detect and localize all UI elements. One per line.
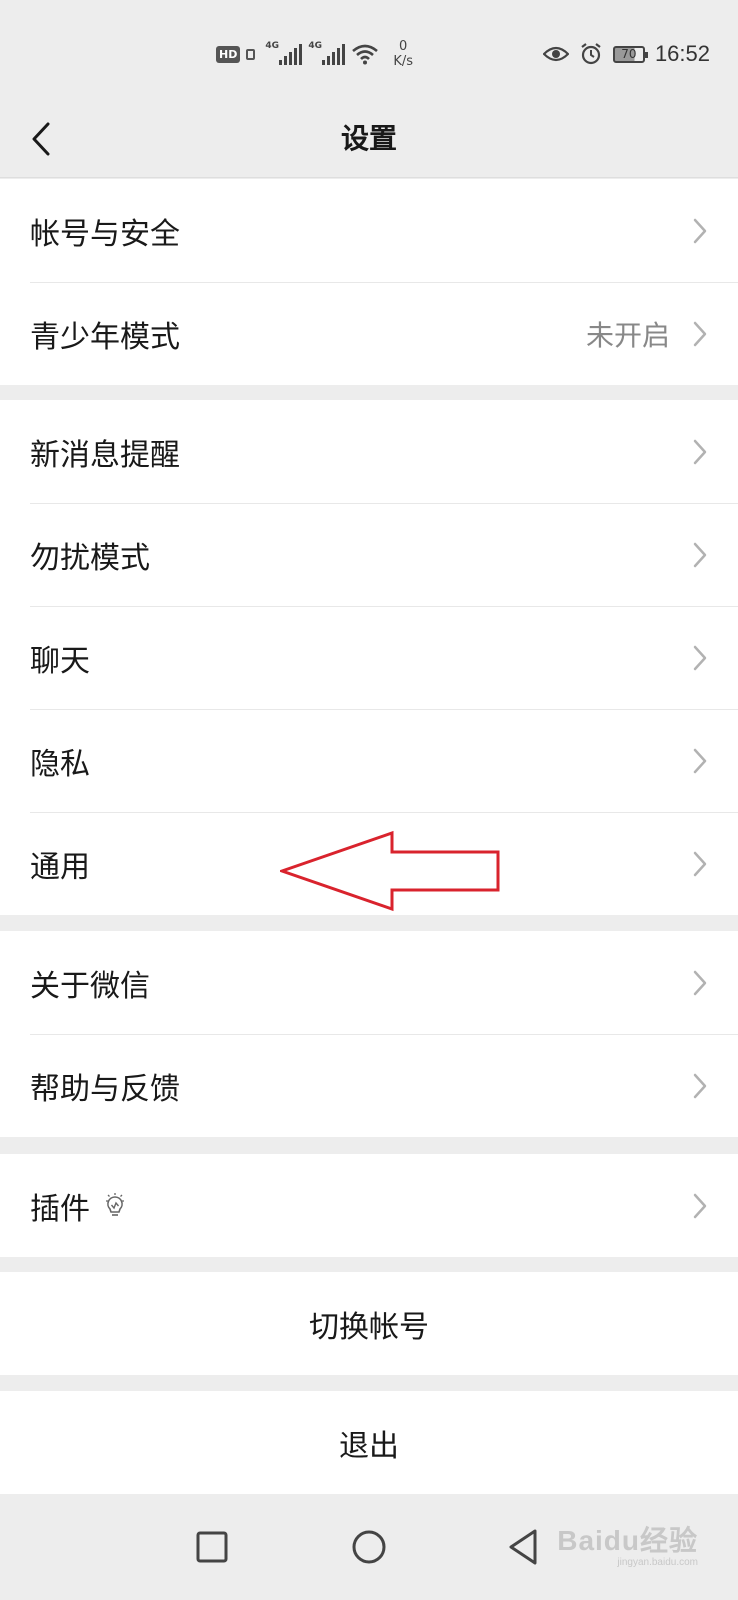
settings-item-label: 帐号与安全	[30, 216, 180, 252]
chevron-right-icon	[693, 321, 707, 347]
hd-badge: HD	[216, 45, 241, 63]
switch-account-label: 切换帐号	[309, 1309, 429, 1345]
signal-1-icon: 4G	[265, 41, 303, 65]
settings-item-do-not-disturb[interactable]: 勿扰模式	[0, 503, 738, 606]
settings-item-privacy[interactable]: 隐私	[0, 709, 738, 812]
status-bar-left: HD 4G 4G 0 K/s	[216, 36, 413, 72]
chevron-right-icon	[693, 1073, 707, 1099]
settings-group-plugins: 插件	[0, 1154, 738, 1257]
settings-item-chat[interactable]: 聊天	[0, 606, 738, 709]
wifi-icon	[352, 44, 379, 65]
settings-item-label: 新消息提醒	[30, 437, 180, 473]
eye-comfort-icon	[542, 46, 569, 62]
settings-item-label: 插件	[30, 1191, 90, 1227]
chevron-right-icon	[693, 439, 707, 465]
net-speed-unit: K/s	[393, 54, 414, 69]
chevron-right-icon	[693, 218, 707, 244]
logout-group: 退出	[0, 1391, 738, 1494]
status-bar-right: 70 16:52	[542, 38, 710, 70]
switch-account-button[interactable]: 切换帐号	[0, 1272, 738, 1375]
settings-item-label: 聊天	[30, 643, 90, 679]
settings-group-account: 帐号与安全 青少年模式 未开启	[0, 179, 738, 385]
settings-item-plugins[interactable]: 插件	[0, 1154, 738, 1257]
net-speed-value: 0	[399, 39, 408, 54]
settings-item-label: 青少年模式	[30, 319, 180, 355]
system-navigation-bar: Baidu经验 jingyan.baidu.com	[0, 1495, 738, 1600]
baidu-watermark: Baidu经验 jingyan.baidu.com	[557, 1519, 698, 1568]
teen-mode-status: 未开启	[585, 318, 670, 352]
watermark-url: jingyan.baidu.com	[617, 1557, 698, 1568]
settings-group-about: 关于微信 帮助与反馈	[0, 931, 738, 1137]
logout-button[interactable]: 退出	[0, 1391, 738, 1494]
home-button[interactable]	[347, 1525, 391, 1569]
settings-item-help-feedback[interactable]: 帮助与反馈	[0, 1034, 738, 1137]
settings-item-label: 通用	[30, 849, 90, 885]
signal-1-type: 4G	[265, 41, 279, 51]
signal-2-type: 4G	[308, 41, 322, 51]
battery-icon: 70	[612, 45, 648, 63]
chevron-right-icon	[693, 748, 707, 774]
chevron-right-icon	[693, 970, 707, 996]
settings-item-label: 关于微信	[30, 968, 150, 1004]
settings-item-label: 勿扰模式	[30, 540, 150, 576]
settings-item-about-wechat[interactable]: 关于微信	[0, 931, 738, 1034]
navigation-bar: 设置	[0, 100, 738, 178]
settings-item-account-security[interactable]: 帐号与安全	[0, 179, 738, 282]
logout-label: 退出	[339, 1428, 399, 1464]
chevron-right-icon	[693, 645, 707, 671]
alarm-icon	[581, 43, 601, 65]
clock: 16:52	[654, 41, 710, 66]
lightbulb-icon	[106, 1192, 124, 1216]
watermark-text: Baidu经验	[557, 1525, 698, 1556]
chevron-right-icon	[693, 1193, 707, 1219]
page-title: 设置	[340, 122, 397, 155]
net-speed: 0 K/s	[393, 39, 413, 69]
annotation-arrow-icon	[280, 830, 500, 912]
settings-item-label: 帮助与反馈	[30, 1071, 180, 1107]
chevron-right-icon	[693, 542, 707, 568]
sim-lock-icon	[246, 48, 256, 60]
status-bar: HD 4G 4G 0 K/s 70 16:52	[0, 0, 738, 100]
back-nav-button[interactable]	[503, 1525, 547, 1569]
settings-item-label: 隐私	[30, 746, 90, 782]
switch-account-group: 切换帐号	[0, 1272, 738, 1375]
settings-item-teen-mode[interactable]: 青少年模式 未开启	[0, 282, 738, 385]
settings-item-new-message-alert[interactable]: 新消息提醒	[0, 400, 738, 503]
signal-2-icon: 4G	[308, 41, 346, 65]
recent-apps-button[interactable]	[190, 1525, 234, 1569]
chevron-right-icon	[693, 851, 707, 877]
